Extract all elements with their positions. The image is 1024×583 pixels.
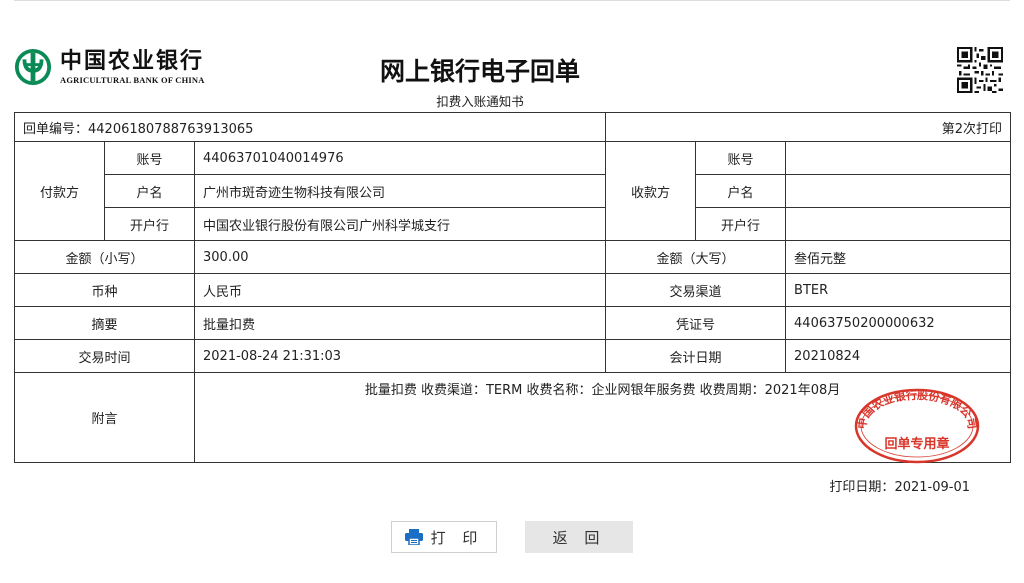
- payee-account-value: [785, 141, 1012, 175]
- channel-label: 交易渠道: [605, 273, 787, 307]
- table-row: 付款方 账号 44063701040014976 收款方 账号: [14, 141, 1012, 241]
- document-title: 网上银行电子回单: [379, 57, 580, 86]
- print-date-value: 2021-09-01: [894, 480, 970, 495]
- print-date-label: 打印日期：: [829, 480, 895, 495]
- voucher-value: 44063750200000632: [785, 306, 1012, 340]
- voucher-label: 凭证号: [605, 306, 787, 340]
- svg-text:中国农业银行股份有限公司: 中国农业银行股份有限公司: [854, 388, 978, 430]
- printer-icon: [404, 529, 423, 545]
- top-divider: [14, 0, 1010, 1]
- currency-label: 币种: [14, 273, 195, 307]
- table-row: 户名 广州市斑奇迹生物科技有限公司 户名: [15, 174, 1012, 208]
- receipt-number: 回单编号：44206180788763913065: [13, 112, 607, 142]
- print-button-label: 打 印: [430, 528, 484, 547]
- payee-bank-label: 开户行: [695, 207, 787, 241]
- print-date: 打印日期：2021-09-01: [829, 476, 970, 495]
- acct-date-value: 20210824: [785, 339, 1012, 373]
- amount-big-value: 叁佰元整: [785, 240, 1012, 274]
- back-button[interactable]: 返 回: [525, 521, 633, 553]
- receipt-no-value: 44206180788763913065: [88, 121, 254, 137]
- table-row: 交易时间 2021-08-24 21:31:03 会计日期 20210824: [14, 339, 1012, 373]
- payee-bank-value: [785, 207, 1012, 241]
- payer-account-label: 账号: [104, 141, 195, 175]
- amount-small-value: 300.00: [193, 240, 607, 274]
- currency-value: 人民币: [193, 273, 607, 307]
- payee-name-value: [785, 174, 1012, 208]
- payer-bank-value: 中国农业银行股份有限公司广州科学城支行: [193, 207, 607, 241]
- back-button-label: 返 回: [552, 528, 606, 547]
- amount-small-label: 金额（小写）: [14, 240, 195, 274]
- payee-name-label: 户名: [695, 174, 787, 208]
- receipt-no-label: 回单编号：: [23, 121, 89, 137]
- table-row: 币种 人民币 交易渠道 BTER: [14, 273, 1012, 307]
- qr-code-icon: [957, 47, 1003, 93]
- table-row: 开户行 中国农业银行股份有限公司广州科学城支行 开户行: [15, 207, 1012, 241]
- acct-date-label: 会计日期: [605, 339, 787, 373]
- svg-text:回单专用章: 回单专用章: [884, 436, 949, 452]
- print-count: 第2次打印: [605, 112, 1012, 142]
- time-label: 交易时间: [14, 339, 195, 373]
- document-subtitle: 扣费入账通知书: [436, 94, 524, 109]
- table-row: 摘要 批量扣费 凭证号 44063750200000632: [14, 306, 1012, 340]
- payer-section-label: 付款方: [14, 141, 105, 241]
- receipt-header-row: 回单编号：44206180788763913065 第2次打印: [13, 112, 1012, 142]
- amount-big-label: 金额（大写）: [605, 240, 787, 274]
- summary-value: 批量扣费: [193, 306, 607, 340]
- payee-section-label: 收款方: [605, 141, 697, 241]
- print-button[interactable]: 打 印: [391, 521, 497, 553]
- payee-account-label: 账号: [695, 141, 787, 175]
- payer-bank-label: 开户行: [104, 207, 195, 241]
- summary-label: 摘要: [14, 306, 195, 340]
- channel-value: BTER: [785, 273, 1012, 307]
- note-label: 附言: [14, 372, 195, 463]
- payer-name-label: 户名: [104, 174, 195, 208]
- payer-account-value: 44063701040014976: [193, 141, 607, 175]
- receipt-seal-stamp: 中国农业银行股份有限公司 回单专用章: [854, 388, 980, 464]
- payer-name-value: 广州市斑奇迹生物科技有限公司: [193, 174, 607, 208]
- table-row: 金额（小写） 300.00 金额（大写） 叁佰元整: [14, 240, 1012, 274]
- time-value: 2021-08-24 21:31:03: [193, 339, 607, 373]
